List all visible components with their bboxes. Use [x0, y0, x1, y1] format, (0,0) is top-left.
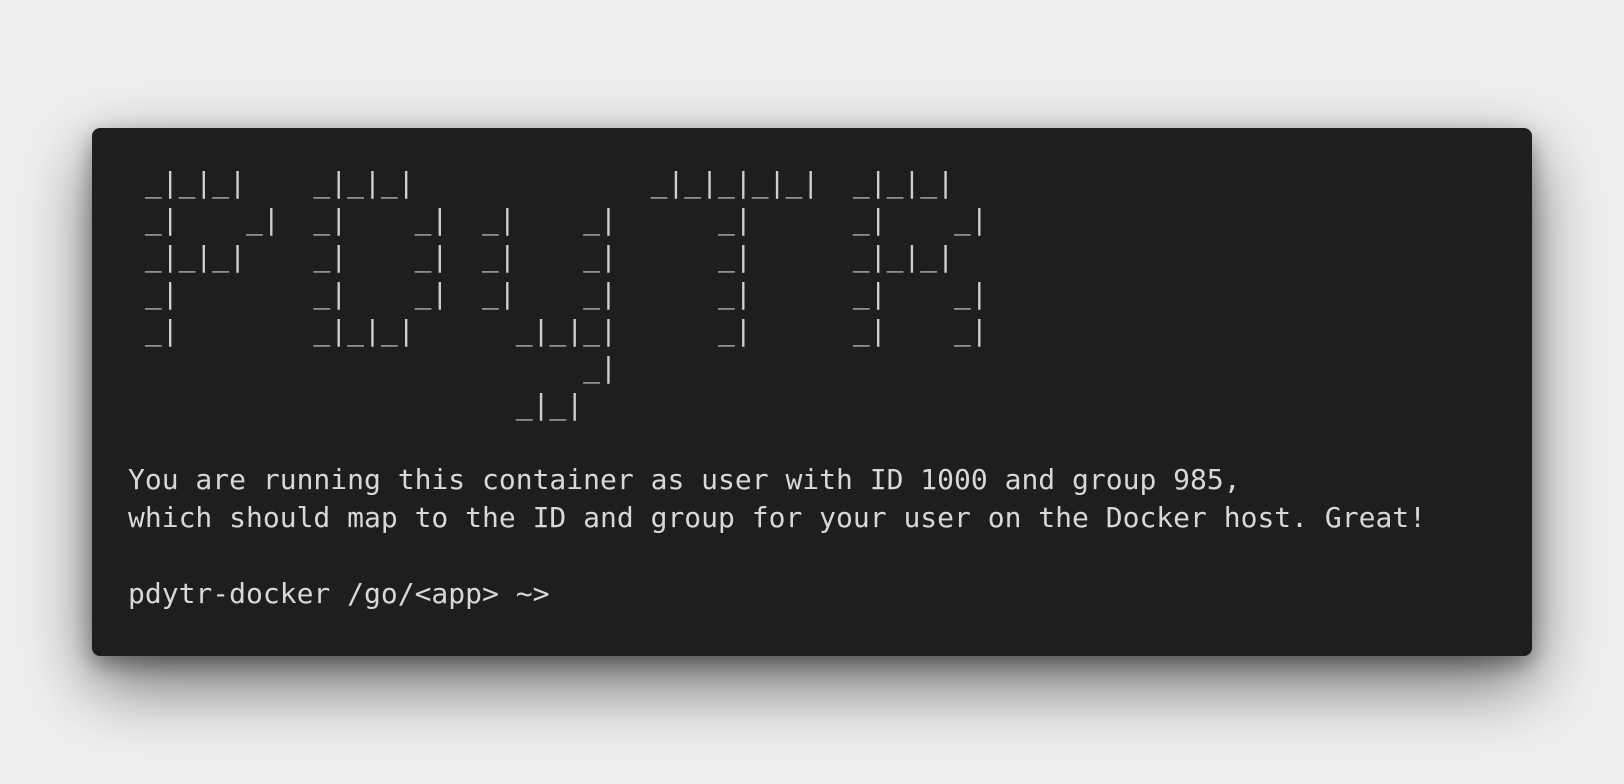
command-input[interactable]: [566, 577, 867, 611]
shell-prompt: pdytr-docker /go/<app> ~>: [128, 577, 567, 610]
message-line-2: which should map to the ID and group for…: [128, 501, 1427, 534]
message-line-1: You are running this container as user w…: [128, 463, 1241, 496]
ascii-banner: _|_|_| _|_|_| _|_|_|_|_| _|_|_| _| _| _|…: [144, 166, 988, 421]
terminal-window[interactable]: _|_|_| _|_|_| _|_|_|_|_| _|_|_| _| _| _|…: [92, 128, 1532, 656]
prompt-line[interactable]: pdytr-docker /go/<app> ~>: [128, 575, 1496, 613]
